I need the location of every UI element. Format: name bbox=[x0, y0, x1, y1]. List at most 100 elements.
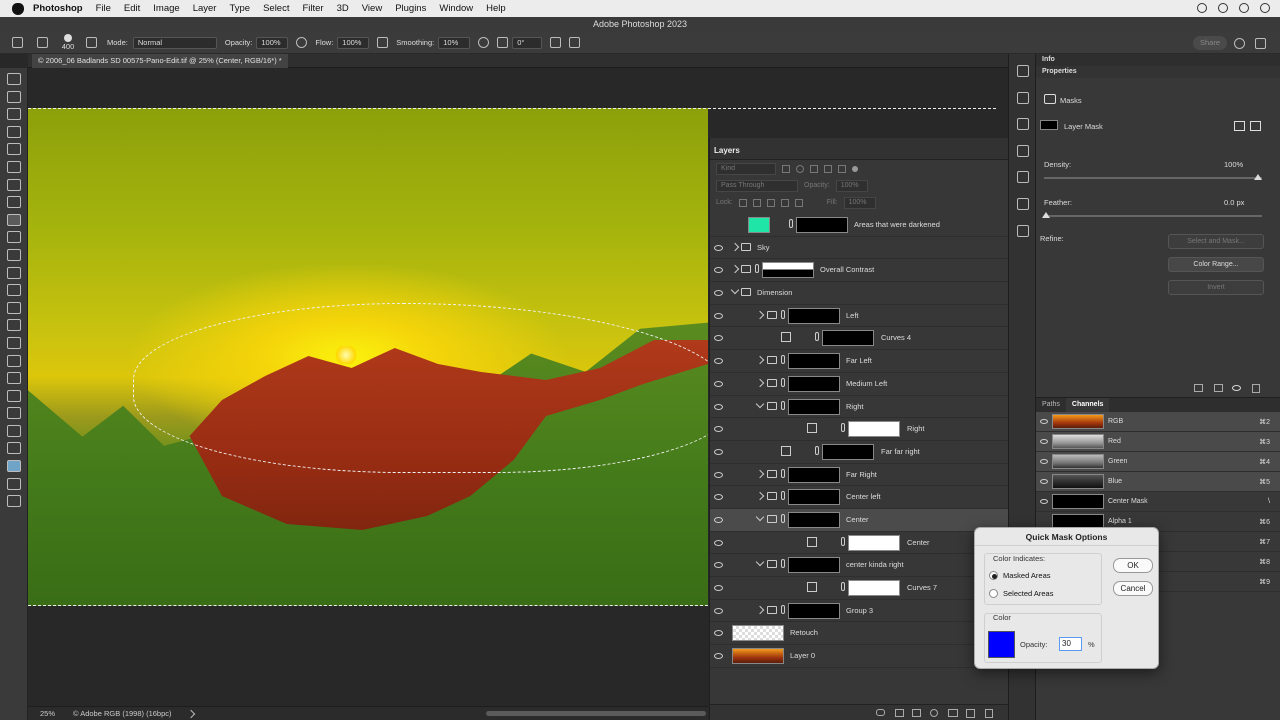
visibility-icon[interactable] bbox=[714, 471, 723, 478]
opacity-input[interactable]: 100% bbox=[256, 36, 289, 49]
channel-row[interactable]: Red ⌘3 bbox=[1036, 432, 1280, 452]
visibility-off-icon[interactable] bbox=[714, 222, 723, 228]
menu-layer[interactable]: Layer bbox=[193, 3, 217, 14]
menu-plugins[interactable]: Plugins bbox=[395, 3, 426, 14]
add-vector-mask-icon[interactable] bbox=[1250, 121, 1261, 131]
zoom-level[interactable]: 25% bbox=[40, 709, 55, 718]
filter-pixel-icon[interactable] bbox=[782, 164, 790, 173]
filter-type-icon[interactable] bbox=[810, 164, 818, 173]
menu-file[interactable]: File bbox=[96, 3, 111, 14]
eyedropper-tool-icon[interactable] bbox=[7, 178, 21, 191]
zoom-tool-icon[interactable] bbox=[7, 424, 21, 437]
density-slider-track[interactable] bbox=[1044, 177, 1262, 179]
visibility-icon[interactable] bbox=[1040, 419, 1048, 424]
mode-select[interactable]: Normal bbox=[132, 36, 217, 49]
chevron-right-icon[interactable] bbox=[755, 492, 765, 501]
selected-areas-label[interactable]: Selected Areas bbox=[1003, 589, 1053, 598]
control-center-icon[interactable] bbox=[1218, 3, 1228, 13]
link-icon[interactable] bbox=[781, 309, 785, 319]
layer-mask-thumbnail[interactable] bbox=[788, 375, 840, 392]
link-icon[interactable] bbox=[781, 400, 785, 410]
layer-name[interactable]: Far Right bbox=[846, 470, 877, 479]
feather-value[interactable]: 0.0 px bbox=[1224, 198, 1244, 207]
selected-areas-radio[interactable] bbox=[989, 589, 998, 598]
angle-icon[interactable] bbox=[497, 37, 509, 48]
lock-position-icon[interactable] bbox=[766, 198, 775, 207]
angle-input[interactable]: 0° bbox=[512, 36, 543, 49]
chevron-right-icon[interactable] bbox=[755, 605, 765, 614]
eraser-tool-icon[interactable] bbox=[7, 266, 21, 279]
layer-thumbnail[interactable] bbox=[732, 648, 784, 665]
menu-3d[interactable]: 3D bbox=[337, 3, 349, 14]
visibility-icon[interactable] bbox=[1040, 459, 1048, 464]
filter-toggle-icon[interactable] bbox=[852, 165, 858, 172]
filter-smart-object-icon[interactable] bbox=[838, 164, 846, 173]
layer-row[interactable]: center kinda right bbox=[710, 554, 1009, 577]
visibility-icon[interactable] bbox=[714, 380, 723, 387]
layer-mask-thumbnail[interactable] bbox=[848, 534, 900, 551]
menu-help[interactable]: Help bbox=[486, 3, 506, 14]
visibility-icon[interactable] bbox=[1232, 385, 1241, 391]
pressure-opacity-icon[interactable] bbox=[296, 37, 308, 48]
visibility-icon[interactable] bbox=[714, 562, 723, 569]
menu-app-name[interactable]: Photoshop bbox=[33, 3, 83, 14]
visibility-icon[interactable] bbox=[714, 653, 723, 660]
layer-name[interactable]: Retouch bbox=[790, 628, 818, 637]
feather-slider-track[interactable] bbox=[1044, 215, 1262, 217]
layer-mask-thumbnail[interactable] bbox=[788, 557, 840, 574]
link-icon[interactable] bbox=[781, 468, 785, 478]
layer-row[interactable]: Center bbox=[710, 532, 1009, 555]
layer-name[interactable]: Center bbox=[846, 515, 869, 524]
link-icon[interactable] bbox=[789, 219, 793, 228]
layer-row[interactable]: Overall Contrast bbox=[710, 259, 1009, 283]
apple-icon[interactable] bbox=[12, 2, 24, 15]
hand-tool-icon[interactable] bbox=[7, 407, 21, 420]
layer-mask-thumbnail[interactable] bbox=[822, 330, 874, 347]
menu-window[interactable]: Window bbox=[439, 3, 473, 14]
link-icon[interactable] bbox=[841, 536, 845, 546]
history-brush-tool-icon[interactable] bbox=[7, 248, 21, 261]
visibility-icon[interactable] bbox=[1040, 479, 1048, 484]
layer-name[interactable]: Sky bbox=[757, 243, 770, 252]
healing-brush-tool-icon[interactable] bbox=[7, 196, 21, 209]
paragraph-panel-icon[interactable] bbox=[1017, 171, 1029, 184]
link-layers-icon[interactable] bbox=[876, 709, 885, 716]
lock-pixels-icon[interactable] bbox=[738, 198, 747, 207]
layer-row[interactable]: Center left bbox=[710, 486, 1009, 509]
menu-type[interactable]: Type bbox=[229, 3, 250, 14]
brush-tool-icon[interactable] bbox=[37, 37, 48, 48]
layer-row[interactable]: Curves 4 bbox=[710, 327, 1009, 351]
brush-tool-icon[interactable] bbox=[7, 213, 21, 226]
layer-row[interactable]: Right bbox=[710, 396, 1009, 419]
chevron-right-icon[interactable] bbox=[755, 310, 765, 319]
workspace-icon[interactable] bbox=[1255, 38, 1266, 49]
siri-icon[interactable] bbox=[1239, 3, 1249, 13]
visibility-icon[interactable] bbox=[714, 426, 723, 433]
frame-tool-icon[interactable] bbox=[7, 160, 21, 173]
clock-icon[interactable] bbox=[1260, 3, 1270, 13]
screen-mode-icon[interactable] bbox=[7, 495, 21, 508]
chevron-down-icon[interactable] bbox=[755, 512, 765, 522]
chevron-down-icon[interactable] bbox=[755, 558, 765, 567]
link-icon[interactable] bbox=[781, 559, 785, 569]
blend-mode-select[interactable]: Pass Through bbox=[716, 179, 798, 192]
add-mask-icon[interactable] bbox=[912, 709, 921, 717]
color-range-button[interactable]: Color Range... bbox=[1168, 257, 1264, 272]
document-tab[interactable]: © 2006_06 Badlands SD 00575-Pano-Edit.ti… bbox=[32, 54, 288, 68]
layer-row[interactable]: Left bbox=[710, 305, 1009, 328]
adjustment-layer-icon[interactable] bbox=[930, 709, 938, 717]
cancel-button[interactable]: Cancel bbox=[1113, 581, 1153, 596]
visibility-icon[interactable] bbox=[714, 607, 723, 614]
layer-mask-thumbnail[interactable] bbox=[788, 489, 840, 506]
layer-name[interactable]: Far Left bbox=[846, 356, 872, 365]
share-button[interactable]: Share bbox=[1193, 36, 1227, 50]
layer-name[interactable]: Left bbox=[846, 311, 859, 320]
link-icon[interactable] bbox=[781, 604, 785, 614]
apply-mask-icon[interactable] bbox=[1214, 384, 1223, 392]
layer-name[interactable]: Medium Left bbox=[846, 379, 887, 388]
clone-stamp-tool-icon[interactable] bbox=[7, 231, 21, 244]
visibility-icon[interactable] bbox=[714, 267, 723, 274]
load-selection-icon[interactable] bbox=[1194, 384, 1203, 392]
select-and-mask-button[interactable]: Select and Mask... bbox=[1168, 234, 1264, 249]
opacity-input[interactable]: 30 bbox=[1059, 637, 1082, 651]
